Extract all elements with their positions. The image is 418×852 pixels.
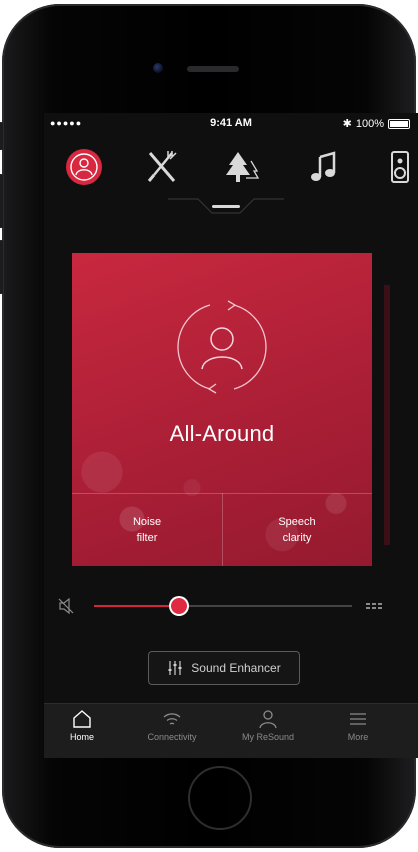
- side-button-silent: [0, 122, 3, 150]
- tab-home[interactable]: Home: [44, 708, 122, 742]
- music-note-icon: [311, 151, 336, 181]
- tab-more-label: More: [347, 732, 369, 742]
- tab-home-label: Home: [69, 732, 94, 742]
- battery-icon: [388, 118, 410, 129]
- trees-icon: [226, 152, 260, 182]
- program-card[interactable]: All-Around Noise filter Speech clarity: [72, 253, 372, 566]
- menu-icon: [350, 713, 366, 725]
- earpiece-speaker: [187, 66, 239, 72]
- fork-knife-icon: [147, 151, 177, 182]
- mute-icon[interactable]: [58, 598, 76, 614]
- wifi-icon: [163, 713, 181, 725]
- status-bar: ●●●●● 9:41 AM ✱ 100%: [44, 113, 418, 133]
- program-selector: [44, 135, 418, 197]
- program-music[interactable]: [302, 145, 346, 189]
- volume-slider-fill: [94, 605, 180, 607]
- tab-my-resound-label: My ReSound: [241, 732, 295, 742]
- speech-clarity-label-line1: Speech: [278, 516, 316, 528]
- drawer-handle[interactable]: [168, 197, 284, 221]
- person-icon: [259, 710, 277, 729]
- equalizer-icon: [168, 661, 182, 675]
- bluetooth-icon: ✱: [342, 118, 352, 130]
- program-all-around[interactable]: [62, 145, 106, 189]
- front-camera: [153, 63, 163, 73]
- battery-percent: 100%: [355, 117, 384, 130]
- home-button[interactable]: [188, 766, 252, 830]
- app-screen: ●●●●● 9:41 AM ✱ 100% All-Around Noise fi…: [44, 113, 418, 758]
- speech-clarity-label-line2: clarity: [282, 532, 312, 544]
- sound-enhancer-label: Sound Enhancer: [191, 661, 281, 675]
- program-speaker[interactable]: [378, 145, 418, 189]
- status-right: ✱ 100%: [343, 117, 410, 130]
- speech-clarity-button[interactable]: Speech clarity: [222, 494, 372, 566]
- volume-slider-thumb[interactable]: [171, 598, 188, 614]
- side-button-volume-up: [0, 174, 3, 228]
- tab-more[interactable]: More: [318, 708, 398, 742]
- program-title: All-Around: [169, 421, 275, 446]
- program-scrollbar[interactable]: [384, 285, 390, 545]
- house-icon: [73, 710, 91, 728]
- volume-slider[interactable]: [94, 598, 352, 614]
- speaker-icon: [391, 151, 409, 183]
- volume-max-icon[interactable]: [366, 600, 384, 612]
- program-card-person-icon: [177, 300, 267, 394]
- person-circle-icon: [66, 149, 102, 185]
- noise-filter-label-line1: Noise: [132, 516, 162, 528]
- tab-connectivity-label: Connectivity: [147, 732, 197, 742]
- volume-control: [44, 593, 418, 619]
- tab-connectivity[interactable]: Connectivity: [132, 708, 212, 742]
- tab-my-resound[interactable]: My ReSound: [228, 708, 308, 742]
- side-button-volume-down: [0, 240, 3, 294]
- program-outdoor[interactable]: [220, 145, 264, 189]
- tab-bar: Home Connectivity My ReSound More: [44, 703, 418, 758]
- program-restaurant[interactable]: [140, 145, 184, 189]
- noise-filter-button[interactable]: Noise filter: [72, 494, 222, 566]
- sound-enhancer-button[interactable]: Sound Enhancer: [148, 651, 300, 685]
- noise-filter-label-line2: filter: [136, 532, 158, 544]
